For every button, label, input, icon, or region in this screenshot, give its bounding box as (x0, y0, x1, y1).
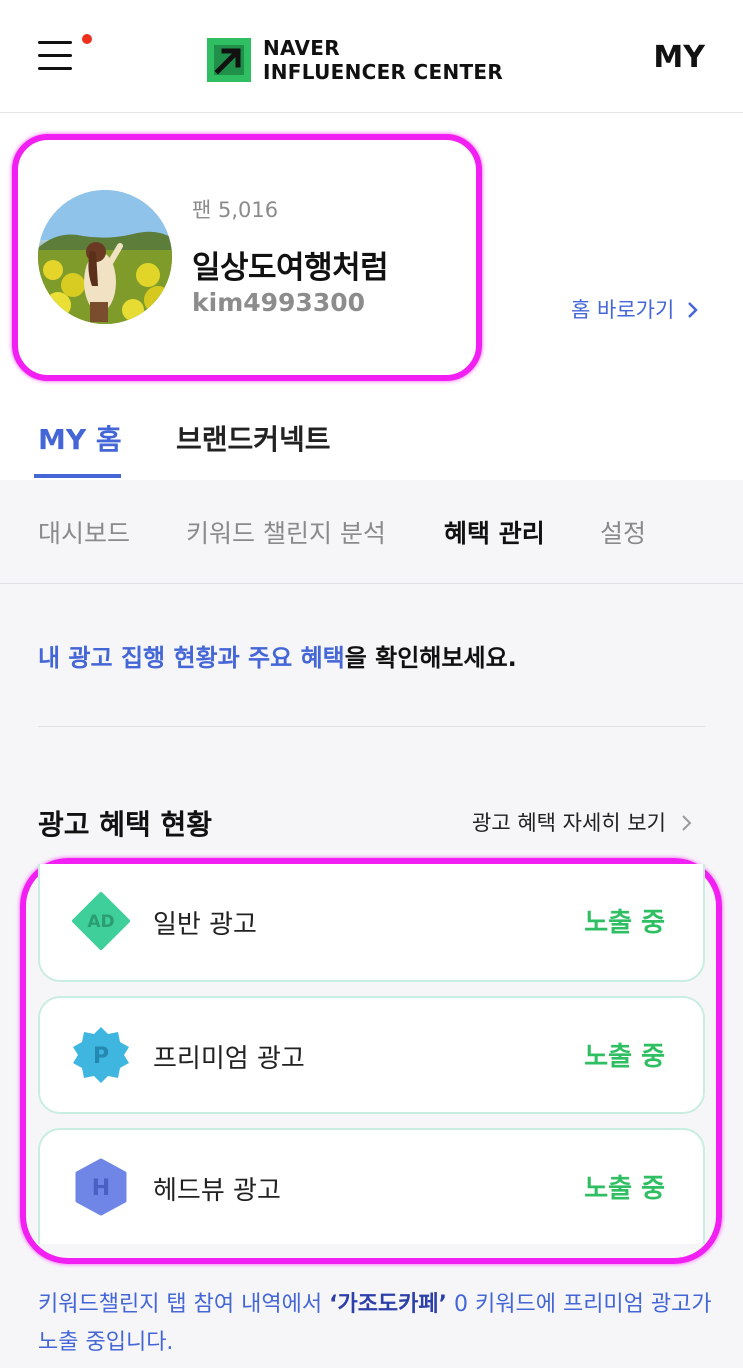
ad-detail-label: 광고 혜택 자세히 보기 (472, 811, 666, 835)
tab-brand-connect[interactable]: 브랜드커넥트 (176, 418, 331, 458)
headview-hexagon-icon: H (75, 1158, 127, 1216)
chevron-right-icon (688, 302, 698, 318)
ad-card-general[interactable]: AD 일반 광고 노출 중 (38, 864, 705, 982)
logo-line-2: INFLUENCER CENTER (263, 60, 504, 84)
footnote-prefix: 키워드챌린지 탭 참여 내역에서 (38, 1292, 330, 1317)
logo-line-1: NAVER (263, 36, 340, 60)
sub-tabs: 대시보드 키워드 챌린지 분석 혜택 관리 설정 (0, 480, 743, 584)
active-tab-indicator (34, 474, 121, 478)
subtab-settings[interactable]: 설정 (600, 514, 646, 550)
profile-user-id: kim4993300 (192, 288, 366, 317)
svg-text:H: H (92, 1176, 110, 1201)
home-shortcut-label: 홈 바로가기 (571, 298, 675, 322)
home-shortcut-link[interactable]: 홈 바로가기 (571, 294, 699, 324)
my-page-link[interactable]: MY (653, 40, 705, 75)
profile-nickname: 일상도여행처럼 (192, 250, 389, 286)
intro-rest: 을 확인해보세요. (344, 644, 517, 672)
svg-text:P: P (93, 1044, 109, 1069)
ad-card-premium[interactable]: P 프리미엄 광고 노출 중 (38, 996, 705, 1114)
ad-detail-link[interactable]: 광고 혜택 자세히 보기 (472, 807, 693, 837)
footnote-keyword: ‘가조도카페’ (329, 1292, 448, 1317)
tab-my-home[interactable]: MY 홈 (38, 418, 122, 458)
svg-text:AD: AD (87, 912, 114, 932)
ad-status: 노출 중 (584, 1174, 665, 1204)
main-tabs: MY 홈 브랜드커넥트 (0, 394, 743, 480)
ad-section-title: 광고 혜택 현황 (38, 808, 213, 841)
ad-card-headview[interactable]: H 헤드뷰 광고 노출 중 (38, 1128, 705, 1244)
ad-name: 헤드뷰 광고 (153, 1176, 281, 1206)
ad-status: 노출 중 (584, 908, 665, 938)
notification-dot (82, 34, 92, 44)
naver-influencer-center-logo[interactable]: NAVER INFLUENCER CENTER (207, 36, 503, 84)
logo-arrow-icon (207, 38, 251, 82)
fan-count: 팬 5,016 (192, 198, 279, 222)
intro-highlight: 내 광고 집행 현황과 주요 혜택 (38, 644, 345, 672)
subtab-dashboard[interactable]: 대시보드 (38, 514, 130, 550)
ad-name: 프리미엄 광고 (153, 1044, 305, 1074)
profile-section: 팬 5,016 일상도여행처럼 kim4993300 홈 바로가기 (0, 114, 743, 394)
chevron-right-icon (681, 815, 692, 831)
premium-badge-icon: P (73, 1027, 129, 1083)
divider (38, 726, 705, 727)
content-area: 대시보드 키워드 챌린지 분석 혜택 관리 설정 내 광고 집행 현황과 주요 … (0, 480, 743, 1368)
subtab-keyword-challenge[interactable]: 키워드 챌린지 분석 (186, 514, 386, 550)
premium-ad-footnote: 키워드챌린지 탭 참여 내역에서 ‘가조도카페’ 0 키워드에 프리미엄 광고가… (38, 1286, 718, 1362)
intro-text: 내 광고 집행 현황과 주요 혜택을 확인해보세요. (38, 638, 517, 673)
ad-diamond-icon: AD (72, 892, 130, 950)
subtab-benefits[interactable]: 혜택 관리 (444, 514, 545, 550)
hamburger-menu-icon[interactable] (38, 41, 74, 73)
ad-name: 일반 광고 (153, 910, 257, 940)
ad-status: 노출 중 (584, 1042, 665, 1072)
avatar[interactable] (38, 190, 172, 324)
top-header: NAVER INFLUENCER CENTER MY (0, 0, 743, 113)
